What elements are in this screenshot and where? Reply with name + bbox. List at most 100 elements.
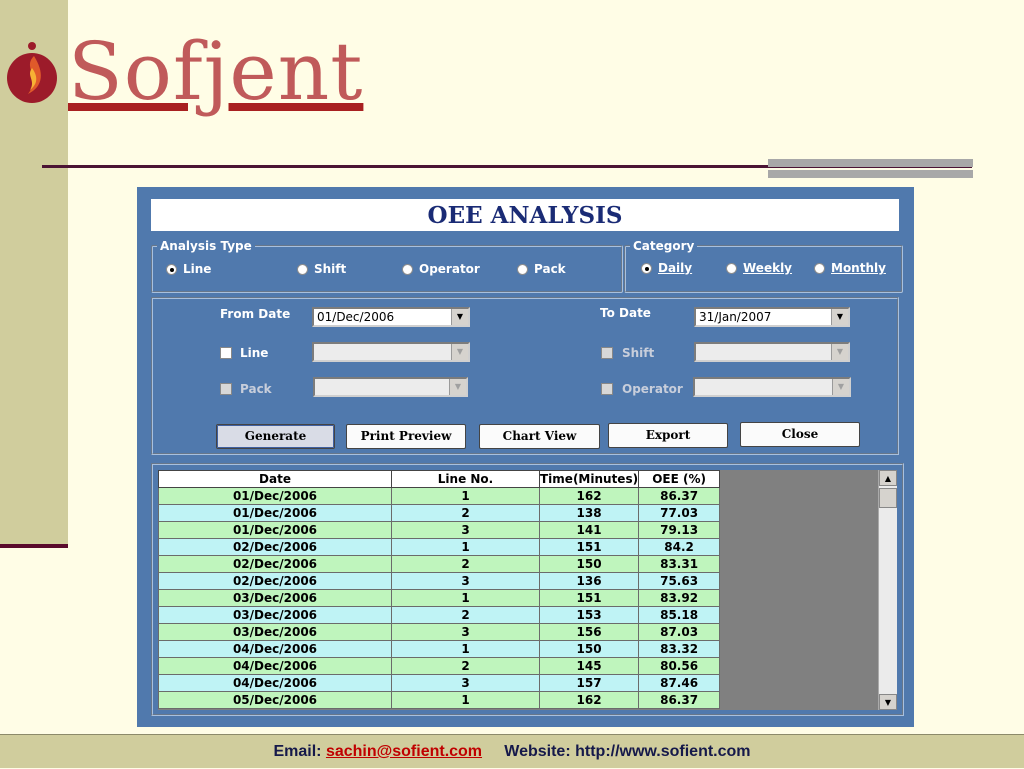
- operator-label: Operator: [622, 382, 683, 396]
- grid-vertical-scrollbar[interactable]: ▲ ▼: [878, 470, 897, 710]
- shift-checkbox[interactable]: [601, 347, 613, 359]
- results-grid[interactable]: Date Line No. Time(Minutes) OEE (%) 01/D…: [158, 470, 878, 710]
- table-row[interactable]: 01/Dec/2006 1 162 86.37: [158, 487, 721, 505]
- email-label: Email:: [273, 743, 322, 760]
- close-button[interactable]: Close: [740, 422, 860, 447]
- scroll-up-icon[interactable]: ▲: [879, 470, 897, 486]
- radio-label: Shift: [314, 262, 347, 276]
- table-row[interactable]: 01/Dec/2006 3 141 79.13: [158, 521, 721, 539]
- sidebar-divider: [0, 544, 68, 548]
- print-preview-button[interactable]: Print Preview: [346, 424, 466, 449]
- table-row[interactable]: 02/Dec/2006 1 151 84.2: [158, 538, 721, 556]
- column-header-line-no[interactable]: Line No.: [391, 470, 540, 488]
- cell-time: 162: [538, 487, 640, 505]
- cell-time: 156: [538, 623, 640, 641]
- radio-icon: [517, 263, 528, 275]
- cell-line-no: 3: [391, 572, 540, 590]
- cell-time: 138: [538, 504, 640, 522]
- scroll-thumb[interactable]: [879, 488, 897, 508]
- button-label: Close: [781, 427, 819, 441]
- category-legend: Category: [633, 239, 695, 253]
- window-title-bar: OEE ANALYSIS: [151, 199, 899, 231]
- radio-label: Daily: [658, 261, 693, 275]
- cell-date: 01/Dec/2006: [158, 521, 392, 539]
- cell-line-no: 2: [391, 606, 540, 624]
- cell-line-no: 3: [391, 674, 540, 692]
- logo-wordmark: Sofjent: [68, 25, 364, 118]
- table-row[interactable]: 04/Dec/2006 3 157 87.46: [158, 674, 721, 692]
- cell-date: 02/Dec/2006: [158, 555, 392, 573]
- email-link[interactable]: sachin@sofient.com: [326, 743, 482, 760]
- logo-flame-icon: [7, 42, 57, 103]
- radio-analysis-shift[interactable]: Shift: [297, 262, 346, 276]
- pack-label: Pack: [240, 382, 272, 396]
- table-row[interactable]: 04/Dec/2006 2 145 80.56: [158, 657, 721, 675]
- cell-oee: 83.31: [638, 555, 721, 573]
- dropdown-arrow-icon[interactable]: ▼: [451, 344, 468, 360]
- column-header-time[interactable]: Time(Minutes): [538, 470, 640, 488]
- column-header-oee[interactable]: OEE (%): [638, 470, 721, 488]
- website-url[interactable]: http://www.sofient.com: [575, 743, 750, 760]
- radio-selected-icon: [641, 262, 652, 274]
- pack-select[interactable]: ▼: [313, 377, 468, 397]
- table-row[interactable]: 03/Dec/2006 2 153 85.18: [158, 606, 721, 624]
- line-select[interactable]: ▼: [312, 342, 470, 362]
- cell-oee: 84.2: [638, 538, 721, 556]
- table-row[interactable]: 02/Dec/2006 2 150 83.31: [158, 555, 721, 573]
- cell-time: 157: [538, 674, 640, 692]
- export-button[interactable]: Export: [608, 423, 728, 448]
- radio-analysis-pack[interactable]: Pack: [517, 262, 566, 276]
- cell-time: 136: [538, 572, 640, 590]
- from-date-select[interactable]: 01/Dec/2006 ▼: [312, 307, 470, 327]
- radio-selected-icon: [166, 263, 177, 275]
- table-row[interactable]: 04/Dec/2006 1 150 83.32: [158, 640, 721, 658]
- cell-oee: 77.03: [638, 504, 721, 522]
- cell-date: 05/Dec/2006: [158, 691, 392, 709]
- generate-button[interactable]: Generate: [216, 424, 335, 449]
- table-header-row: Date Line No. Time(Minutes) OEE (%): [158, 470, 721, 488]
- table-row[interactable]: 01/Dec/2006 2 138 77.03: [158, 504, 721, 522]
- cell-line-no: 2: [391, 504, 540, 522]
- radio-icon: [726, 262, 737, 274]
- cell-time: 145: [538, 657, 640, 675]
- radio-label: Monthly: [831, 261, 886, 275]
- radio-category-weekly[interactable]: Weekly: [726, 261, 792, 275]
- table-row[interactable]: 03/Dec/2006 3 156 87.03: [158, 623, 721, 641]
- chart-view-button[interactable]: Chart View: [479, 424, 600, 449]
- to-date-select[interactable]: 31/Jan/2007 ▼: [694, 307, 850, 327]
- cell-time: 141: [538, 521, 640, 539]
- button-label: Print Preview: [360, 429, 452, 443]
- cell-oee: 87.03: [638, 623, 721, 641]
- line-checkbox[interactable]: [220, 347, 232, 359]
- radio-analysis-line[interactable]: Line: [166, 262, 211, 276]
- radio-icon: [814, 262, 825, 274]
- dropdown-arrow-icon[interactable]: ▼: [831, 309, 848, 325]
- scroll-down-icon[interactable]: ▼: [879, 694, 897, 710]
- table-row[interactable]: 03/Dec/2006 1 151 83.92: [158, 589, 721, 607]
- cell-oee: 83.92: [638, 589, 721, 607]
- radio-category-monthly[interactable]: Monthly: [814, 261, 886, 275]
- pack-checkbox[interactable]: [220, 383, 232, 395]
- cell-oee: 85.18: [638, 606, 721, 624]
- dropdown-arrow-icon[interactable]: ▼: [832, 379, 849, 395]
- dropdown-arrow-icon[interactable]: ▼: [451, 309, 468, 325]
- results-table: Date Line No. Time(Minutes) OEE (%) 01/D…: [158, 470, 721, 709]
- dropdown-arrow-icon[interactable]: ▼: [831, 344, 848, 360]
- shift-label: Shift: [622, 346, 655, 360]
- operator-checkbox[interactable]: [601, 383, 613, 395]
- button-label: Generate: [244, 429, 307, 443]
- cell-line-no: 1: [391, 691, 540, 709]
- shift-select[interactable]: ▼: [694, 342, 850, 362]
- cell-time: 151: [538, 538, 640, 556]
- operator-select[interactable]: ▼: [693, 377, 851, 397]
- analysis-type-legend: Analysis Type: [160, 239, 252, 253]
- cell-date: 03/Dec/2006: [158, 606, 392, 624]
- cell-oee: 79.13: [638, 521, 721, 539]
- radio-analysis-operator[interactable]: Operator: [402, 262, 480, 276]
- column-header-date[interactable]: Date: [158, 470, 392, 488]
- cell-date: 02/Dec/2006: [158, 538, 392, 556]
- table-row[interactable]: 05/Dec/2006 1 162 86.37: [158, 691, 721, 709]
- radio-category-daily[interactable]: Daily: [641, 261, 692, 275]
- table-row[interactable]: 02/Dec/2006 3 136 75.63: [158, 572, 721, 590]
- dropdown-arrow-icon[interactable]: ▼: [449, 379, 466, 395]
